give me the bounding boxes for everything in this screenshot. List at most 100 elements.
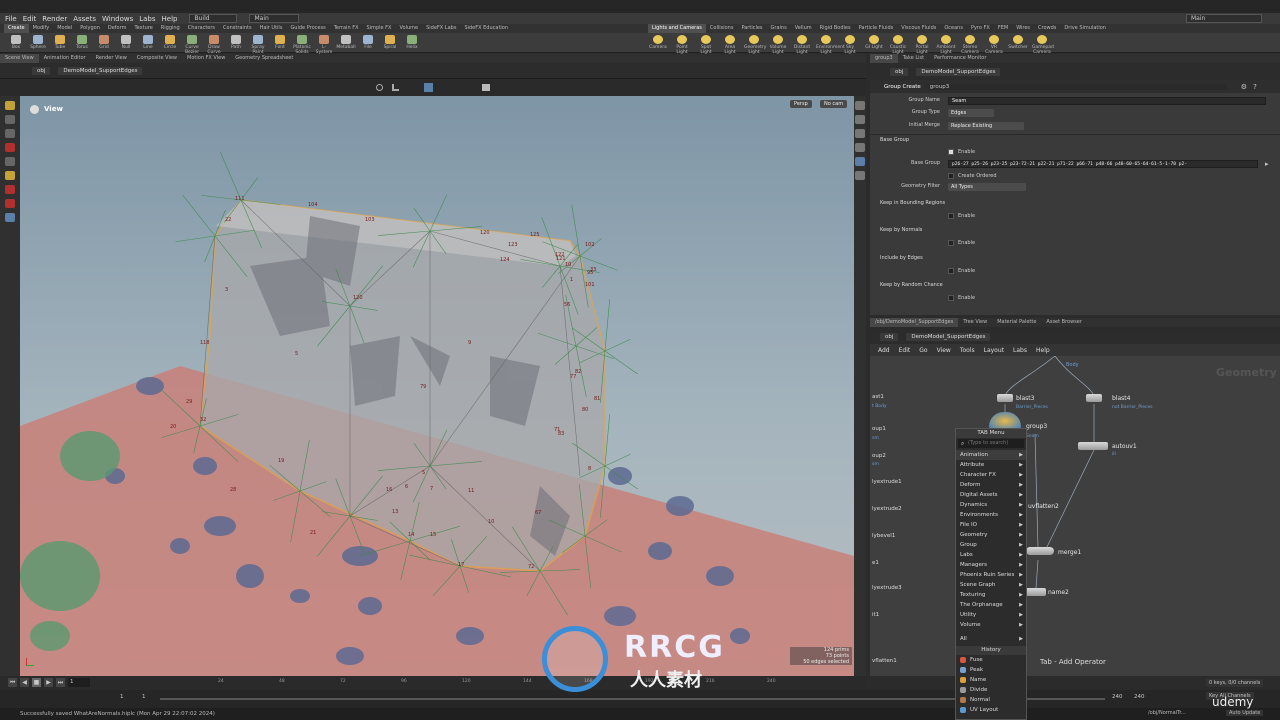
shelf-tab-terrain-fx[interactable]: Terrain FX [330, 24, 363, 33]
tab-menu-search[interactable]: (Type to search) [958, 439, 1024, 448]
base-group-section[interactable]: Base Group [880, 137, 909, 143]
node-merge1[interactable] [1026, 547, 1054, 555]
menu-render[interactable]: Render [42, 15, 67, 23]
shelf-tab-volume[interactable]: Volume [395, 24, 422, 33]
tab-menu-item-animation[interactable]: Animation ▶ [956, 450, 1026, 460]
shelf-tab-polygon[interactable]: Polygon [76, 24, 104, 33]
select-icon[interactable] [5, 101, 15, 110]
shelf-tool-circle[interactable]: Circle [160, 35, 180, 50]
tab-menu-item-character-fx[interactable]: Character FX ▶ [956, 470, 1026, 480]
shelf-tab-characters[interactable]: Characters [184, 24, 219, 33]
net-tab-asset-browser[interactable]: Asset Browser [1041, 318, 1087, 327]
net-menu-edit[interactable]: Edit [899, 347, 911, 354]
shelf-tool-draw-curve[interactable]: Draw Curve [204, 35, 224, 55]
shelf-tool-platonic-solids[interactable]: Platonic Solids [292, 35, 312, 55]
select-arrow-icon[interactable]: ▸ [1265, 160, 1269, 168]
tab-menu-item-phoenix-ruin-series[interactable]: Phoenix Ruin Series ▶ [956, 570, 1026, 580]
menu-assets[interactable]: Assets [73, 15, 96, 23]
menu-labs[interactable]: Labs [139, 15, 155, 23]
shelf-tool-vr-camera[interactable]: VR Camera [984, 35, 1004, 55]
scale-icon[interactable] [5, 143, 15, 152]
history-item-fuse[interactable]: Fuse [956, 655, 1026, 665]
tab-menu-item-labs[interactable]: Labs ▶ [956, 550, 1026, 560]
shelf-tab-texture[interactable]: Texture [130, 24, 156, 33]
shelf-tab-oceans[interactable]: Oceans [940, 24, 967, 33]
cam-dropdown[interactable]: No cam [820, 100, 848, 108]
random-section[interactable]: Keep by Random Chance [880, 282, 943, 288]
normal-display-icon[interactable] [855, 171, 865, 180]
snap-icon[interactable] [376, 84, 383, 91]
create-ordered-checkbox[interactable] [948, 173, 954, 179]
tab-menu-item-utility[interactable]: Utility ▶ [956, 610, 1026, 620]
context-dropdown[interactable]: Main [249, 14, 300, 23]
stop-button[interactable]: ■ [32, 678, 41, 687]
shelf-tool-null[interactable]: Null [116, 35, 136, 50]
menu-edit[interactable]: Edit [23, 15, 37, 23]
net-tab-obj-demomodel-supportedges[interactable]: /obj/DemoModel_SupportEdges [870, 318, 959, 327]
view-icon[interactable] [5, 213, 15, 222]
history-item-normal[interactable]: Normal [956, 695, 1026, 705]
normals-section[interactable]: Keep by Normals [880, 227, 922, 233]
path-node[interactable]: DemoModel_SupportEdges [58, 67, 143, 75]
history-item-uv-layout[interactable]: UV Layout [956, 705, 1026, 715]
shelf-tool-switcher[interactable]: Switcher [1008, 35, 1028, 50]
tab-render-view[interactable]: Render View [91, 54, 132, 63]
shelf-tool-spot-light[interactable]: Spot Light [696, 35, 716, 55]
tab-menu-item-file-io[interactable]: File IO ▶ [956, 520, 1026, 530]
net-menu-view[interactable]: View [937, 347, 951, 354]
shelf-tool-helix[interactable]: Helix [402, 35, 422, 50]
shelf-tab-constraints[interactable]: Constraints [219, 24, 256, 33]
shelf-tab-rigid-bodies[interactable]: Rigid Bodies [816, 24, 855, 33]
range-start-field[interactable]: 1 [120, 694, 124, 700]
range-end2-field[interactable]: 240 [1134, 694, 1145, 700]
shelf-tab-wires[interactable]: Wires [1012, 24, 1034, 33]
tab-menu-item-digital-assets[interactable]: Digital Assets ▶ [956, 490, 1026, 500]
rotate-icon[interactable] [5, 129, 15, 138]
tab-performance-monitor[interactable]: Performance Monitor [929, 54, 991, 63]
scene-viewport[interactable]: 111 104 103 120 123 125 124 122 121 10 102 1 101 33 56… [20, 96, 854, 676]
tab-group3[interactable]: group3 [870, 54, 898, 63]
tab-scene-view[interactable]: Scene View [0, 54, 39, 63]
brush-icon[interactable] [5, 185, 15, 194]
shelf-tool-tube[interactable]: Tube [50, 35, 70, 50]
net-menu-layout[interactable]: Layout [984, 347, 1004, 354]
shelf-tab-crowds[interactable]: Crowds [1034, 24, 1060, 33]
shelf-tool-font[interactable]: Font [270, 35, 290, 50]
tab-menu-item-volume[interactable]: Volume ▶ [956, 620, 1026, 630]
tab-menu-item-attribute[interactable]: Attribute ▶ [956, 460, 1026, 470]
help-icon[interactable]: ? [1253, 83, 1257, 91]
shelf-tab-guide-process[interactable]: Guide Process [286, 24, 329, 33]
tab-take-list[interactable]: Take List [898, 54, 929, 63]
node-name2[interactable] [1026, 588, 1046, 596]
tab-menu-item-scene-graph[interactable]: Scene Graph ▶ [956, 580, 1026, 590]
shelf-tool-grid[interactable]: Grid [94, 35, 114, 50]
shelf-tool-caustic-light[interactable]: Caustic Light [888, 35, 908, 55]
tab-animation-editor[interactable]: Animation Editor [39, 54, 91, 63]
last-frame-button[interactable]: ⏭ [56, 678, 65, 687]
shelf-tool-sphere[interactable]: Sphere [28, 35, 48, 50]
shelf-tool-area-light[interactable]: Area Light [720, 35, 740, 55]
tab-menu-item-dynamics[interactable]: Dynamics ▶ [956, 500, 1026, 510]
bounding-section[interactable]: Keep in Bounding Regions [880, 200, 945, 206]
prev-key-button[interactable]: ◀ [20, 678, 29, 687]
bounding-enable-checkbox[interactable] [948, 213, 954, 219]
light-icon[interactable] [855, 101, 865, 110]
point-display-icon[interactable] [855, 157, 865, 166]
move-icon[interactable] [5, 115, 15, 124]
shelf-tool-stereo-camera[interactable]: Stereo Camera [960, 35, 980, 55]
node-blast3[interactable] [997, 394, 1013, 402]
shelf-tool-camera[interactable]: Camera [648, 35, 668, 50]
shading-icon[interactable] [855, 115, 865, 124]
handle-tool-icon[interactable] [5, 171, 15, 180]
frame-field[interactable]: 1 [68, 678, 90, 687]
shelf-tool-gamepad-camera[interactable]: Gamepad Camera [1032, 35, 1054, 55]
node-name-field[interactable]: group3 [926, 83, 1227, 90]
pose-icon[interactable] [5, 157, 15, 166]
display-icon[interactable] [424, 83, 433, 92]
npath-obj[interactable]: obj [880, 332, 899, 341]
shelf-tab-viscous-fluids[interactable]: Viscous Fluids [897, 24, 940, 33]
shelf-tool-sky-light[interactable]: Sky Light [840, 35, 860, 55]
rpath-obj[interactable]: obj [890, 67, 909, 76]
tab-menu-item-geometry[interactable]: Geometry ▶ [956, 530, 1026, 540]
shelf-tab-fem[interactable]: FEM [994, 24, 1012, 33]
